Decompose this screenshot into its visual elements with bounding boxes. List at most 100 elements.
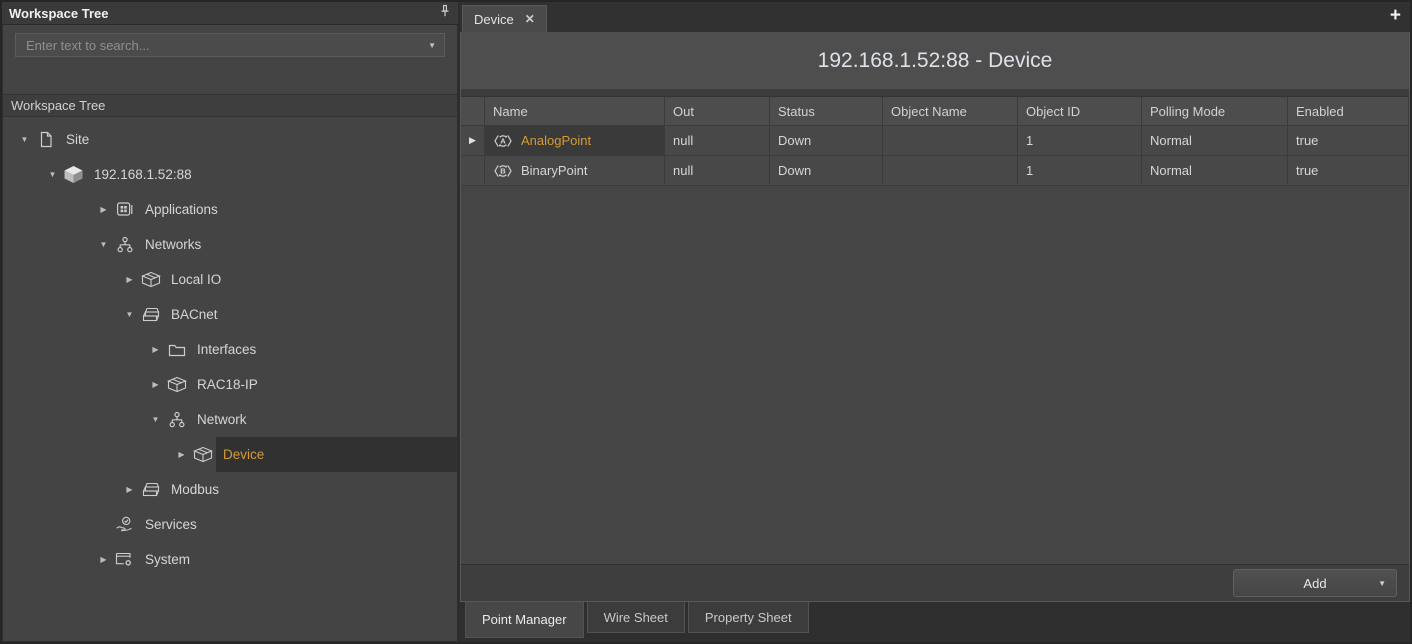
tree-expander-icon[interactable]: ▶: [96, 555, 111, 564]
search-input-field[interactable]: [24, 37, 422, 54]
tree-item-device[interactable]: ▶ Device: [3, 437, 457, 472]
tree-expander-icon[interactable]: ▶: [96, 205, 111, 214]
polling-mode-cell[interactable]: Normal: [1142, 156, 1288, 186]
status-cell[interactable]: Down: [770, 126, 883, 156]
pin-icon[interactable]: [439, 4, 451, 23]
view-tab-strip: Point Manager Wire Sheet Property Sheet: [460, 602, 1410, 642]
tree-item-label-wrap: Local IO: [164, 262, 457, 297]
table-empty-area: [461, 186, 1409, 564]
column-header-object-name[interactable]: Object Name: [883, 97, 1018, 126]
tree-expander-icon[interactable]: ▶: [148, 345, 163, 354]
tree-item-label: Applications: [145, 202, 218, 217]
tree-item-network[interactable]: ▼ Network: [3, 402, 457, 437]
name-cell[interactable]: BBinaryPoint: [485, 156, 665, 186]
tree-item-label-wrap: Networks: [138, 227, 457, 262]
tree-item-label-wrap: Services: [138, 507, 457, 542]
tree-expander-icon[interactable]: ▶: [174, 450, 189, 459]
view-tab-property-sheet[interactable]: Property Sheet: [688, 602, 809, 633]
app-window: Workspace Tree ▼ Workspace Tree ▼ Site ▼ 19…: [0, 0, 1412, 644]
row-selector-cell[interactable]: ▶: [461, 126, 485, 156]
tree-item-site[interactable]: ▼ Site: [3, 122, 457, 157]
tree-item-label: Network: [197, 412, 247, 427]
tree-item-bacnet[interactable]: ▼ BACnet: [3, 297, 457, 332]
row-selector-cell[interactable]: [461, 156, 485, 186]
tree-item-interfaces[interactable]: ▶ Interfaces: [3, 332, 457, 367]
tree-item-label: BACnet: [171, 307, 218, 322]
workspace-tree: ▼ Site ▼ 192.168.1.52:88 ▶ Applications ▼ Netwo…: [3, 117, 457, 641]
layers-icon: [137, 482, 164, 498]
tree-item-label-wrap: Site: [59, 122, 457, 157]
column-header-enabled[interactable]: Enabled: [1288, 97, 1409, 126]
tree-expander-icon[interactable]: ▼: [96, 240, 111, 249]
tree-item-applications[interactable]: ▶ Applications: [3, 192, 457, 227]
tree-item-label-wrap: 192.168.1.52:88: [87, 157, 457, 192]
tree-expander-icon[interactable]: ▶: [148, 380, 163, 389]
out-cell[interactable]: null: [665, 126, 770, 156]
tree-item-label-wrap: Network: [190, 402, 457, 437]
tree-expander-icon[interactable]: ▼: [45, 170, 60, 179]
object-id-cell[interactable]: 1: [1018, 156, 1142, 186]
folder-icon: [163, 342, 190, 358]
tree-item-label-wrap: Interfaces: [190, 332, 457, 367]
points-table: NameOutStatusObject NameObject IDPolling…: [461, 96, 1409, 186]
tree-item-label: Site: [66, 132, 89, 147]
polling-mode-cell[interactable]: Normal: [1142, 126, 1288, 156]
add-button-label: Add: [1303, 576, 1326, 591]
tree-item-local-io[interactable]: ▶ Local IO: [3, 262, 457, 297]
tree-item-rac18-ip[interactable]: ▶ RAC18-IP: [3, 367, 457, 402]
tree-item-services[interactable]: Services: [3, 507, 457, 542]
status-cell[interactable]: Down: [770, 156, 883, 186]
row-selector-header: [461, 97, 485, 126]
add-button[interactable]: Add ▼: [1233, 569, 1397, 597]
search-input[interactable]: ▼: [15, 33, 445, 57]
enabled-cell[interactable]: true: [1288, 156, 1409, 186]
table-row-binarypoint[interactable]: BBinaryPointnullDown 1Normaltrue: [461, 156, 1409, 186]
column-header-polling-mode[interactable]: Polling Mode: [1142, 97, 1288, 126]
tree-expander-icon[interactable]: ▶: [122, 275, 137, 284]
tree-expander-icon[interactable]: ▼: [17, 135, 32, 144]
add-dropdown-icon[interactable]: ▼: [1378, 579, 1386, 588]
column-header-status[interactable]: Status: [770, 97, 883, 126]
point-name: BinaryPoint: [521, 163, 587, 178]
network-icon: [163, 411, 190, 429]
tree-expander-icon[interactable]: ▼: [122, 310, 137, 319]
search-dropdown-icon[interactable]: ▼: [428, 41, 436, 50]
tree-item-label: Modbus: [171, 482, 219, 497]
table-footer-bar: Add ▼: [461, 564, 1409, 601]
view-tab-label: Wire Sheet: [604, 610, 668, 625]
device-box-icon: [137, 271, 164, 288]
new-tab-button[interactable]: +: [1390, 5, 1401, 27]
view-tab-wire-sheet[interactable]: Wire Sheet: [587, 602, 685, 633]
tree-section-label: Workspace Tree: [11, 98, 105, 113]
object-name-cell[interactable]: [883, 156, 1018, 186]
tree-expander-icon[interactable]: ▼: [148, 415, 163, 424]
tree-item-label: System: [145, 552, 190, 567]
object-name-cell[interactable]: [883, 126, 1018, 156]
tree-item-networks[interactable]: ▼ Networks: [3, 227, 457, 262]
tree-item-192-168-1-52-88[interactable]: ▼ 192.168.1.52:88: [3, 157, 457, 192]
column-header-out[interactable]: Out: [665, 97, 770, 126]
column-header-object-id[interactable]: Object ID: [1018, 97, 1142, 126]
out-cell[interactable]: null: [665, 156, 770, 186]
table-row-analogpoint[interactable]: ▶AAnalogPointnullDown 1Normaltrue: [461, 126, 1409, 156]
tree-item-label: 192.168.1.52:88: [94, 167, 192, 182]
tree-item-system[interactable]: ▶ System: [3, 542, 457, 577]
tree-item-label-wrap: Applications: [138, 192, 457, 227]
tree-item-label-wrap: RAC18-IP: [190, 367, 457, 402]
title-separator: [461, 89, 1409, 96]
enabled-cell[interactable]: true: [1288, 126, 1409, 156]
name-cell[interactable]: AAnalogPoint: [485, 126, 665, 156]
tree-item-modbus[interactable]: ▶ Modbus: [3, 472, 457, 507]
close-tab-icon[interactable]: ✕: [525, 12, 535, 26]
object-id-cell[interactable]: 1: [1018, 126, 1142, 156]
services-icon: [111, 516, 138, 534]
tree-item-label: Interfaces: [197, 342, 256, 357]
svg-text:A: A: [500, 136, 506, 145]
tree-item-label-wrap: Device: [216, 437, 457, 472]
tab-device[interactable]: Device ✕: [462, 5, 547, 32]
device-box-icon: [163, 376, 190, 393]
tree-expander-icon[interactable]: ▶: [122, 485, 137, 494]
view-tab-point-manager[interactable]: Point Manager: [465, 602, 584, 638]
panel-title: Workspace Tree: [9, 6, 439, 21]
column-header-name[interactable]: Name: [485, 97, 665, 126]
